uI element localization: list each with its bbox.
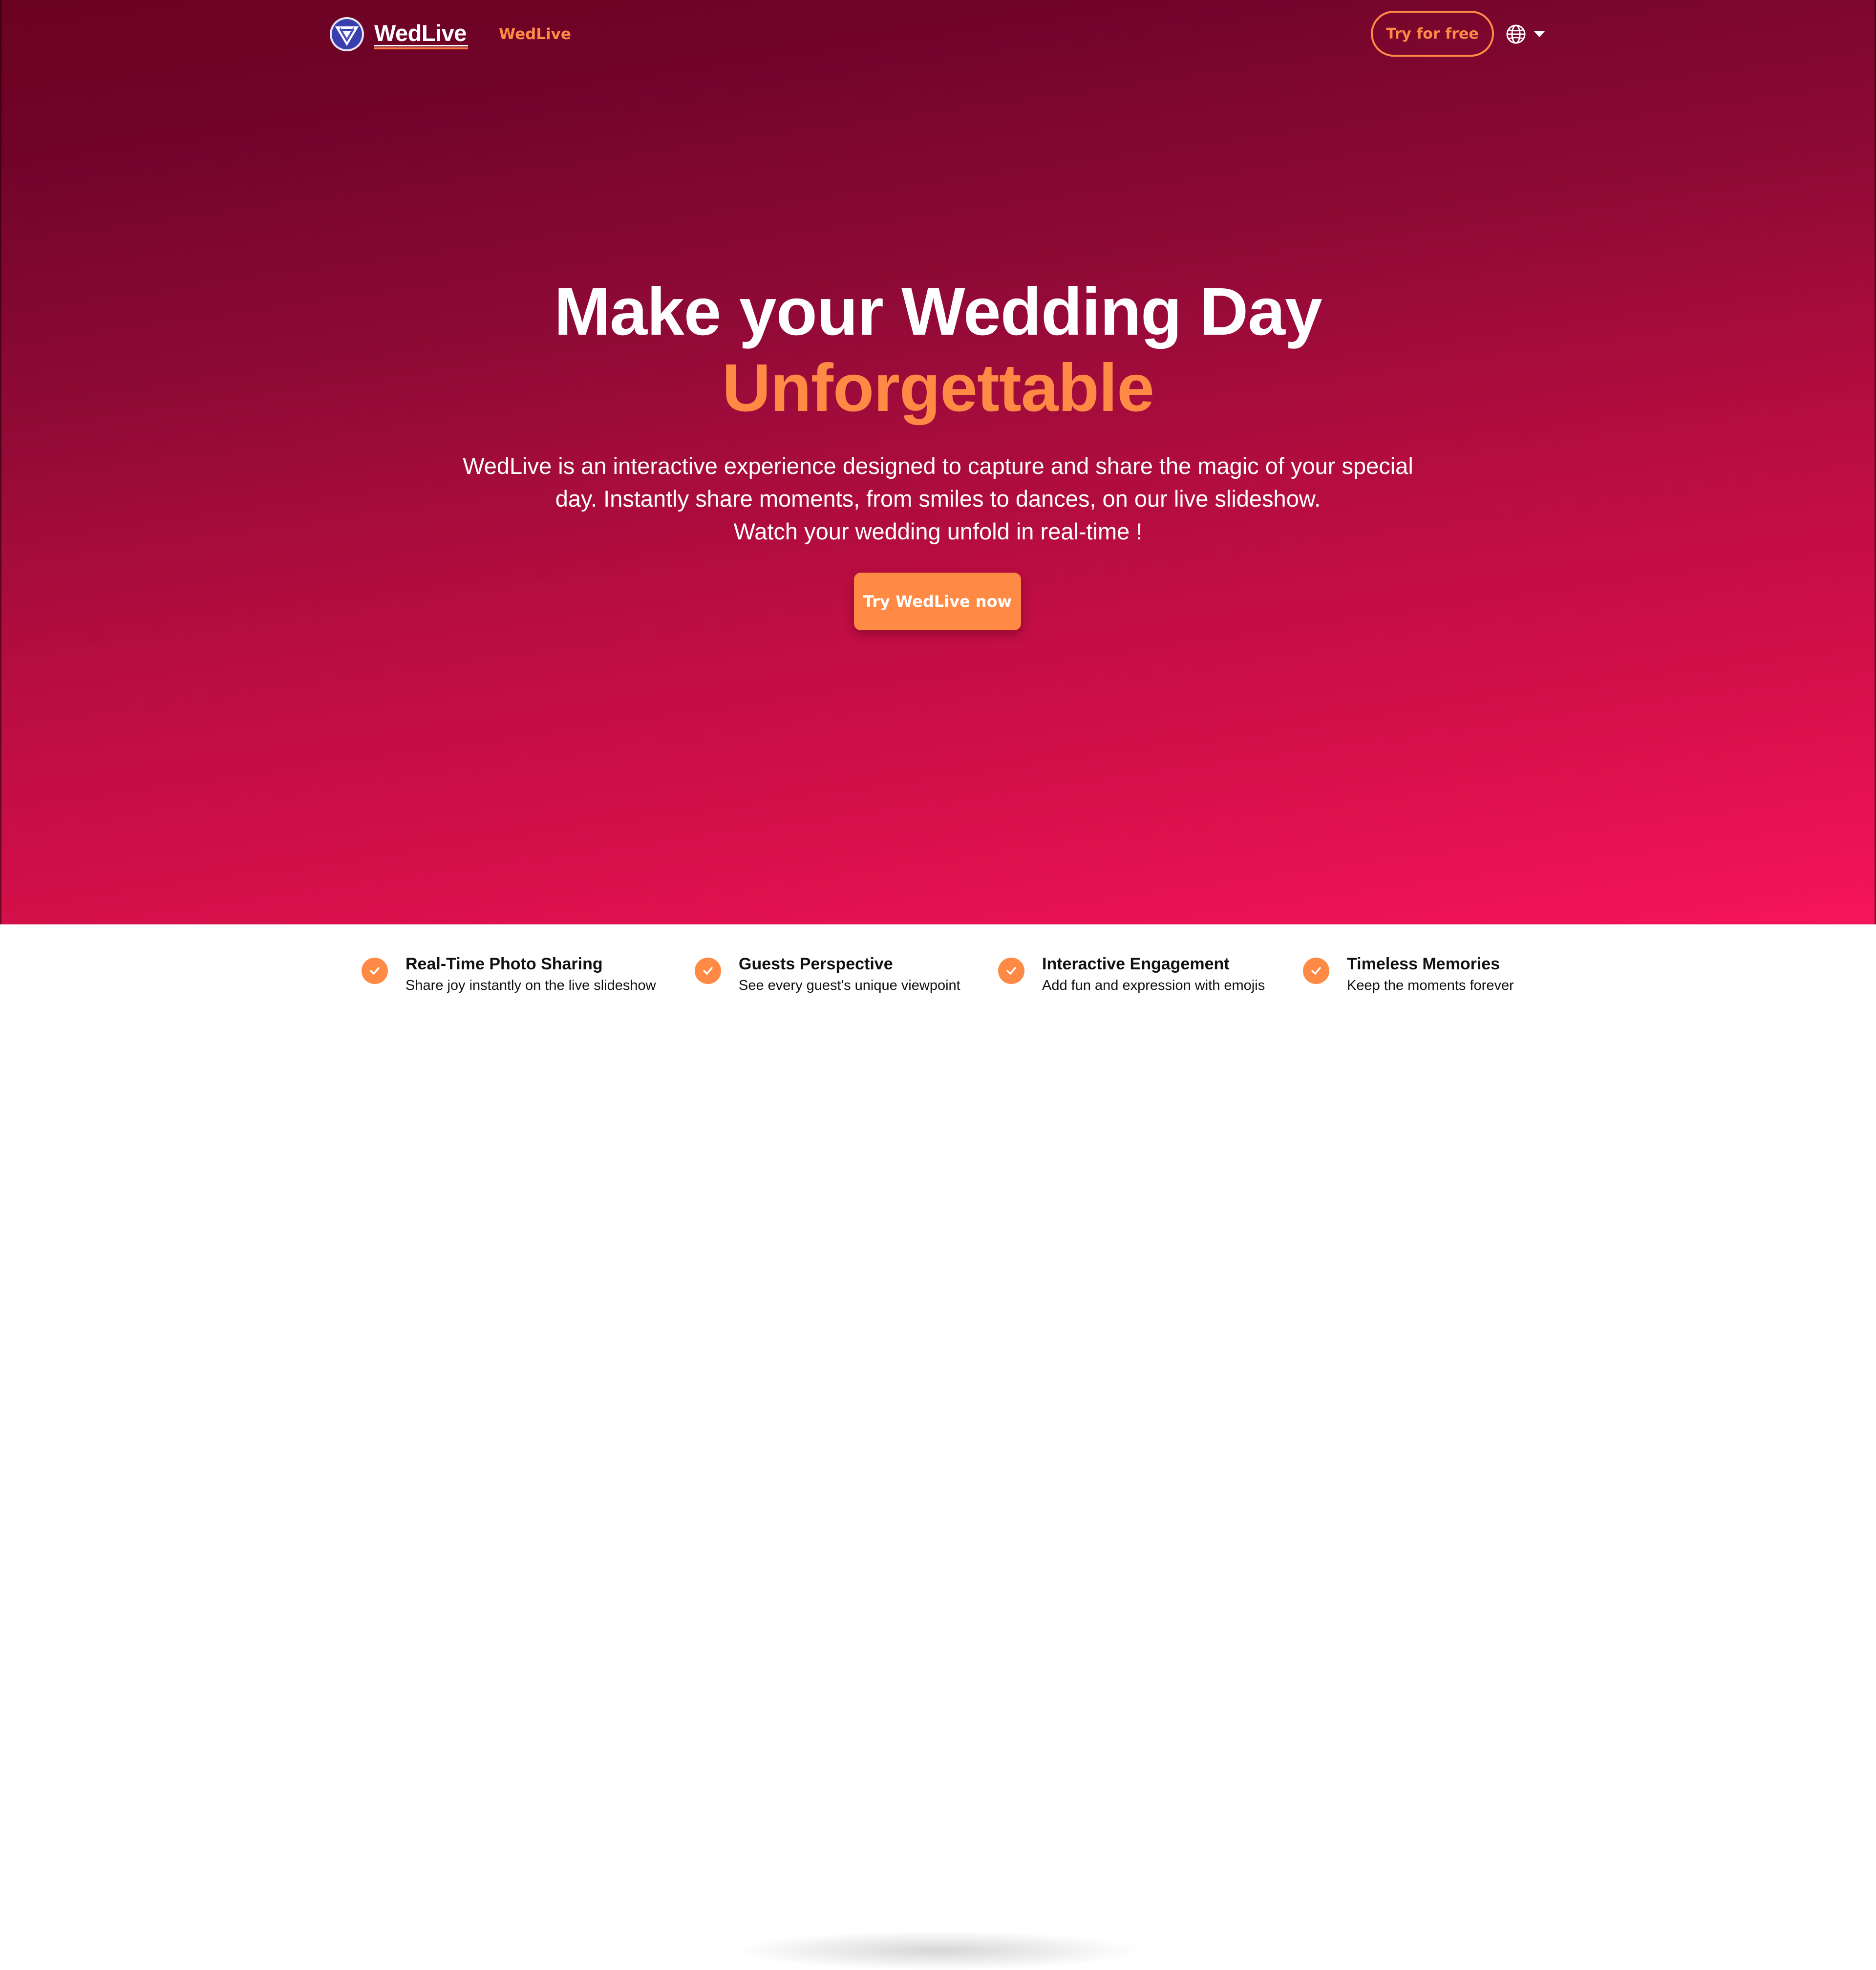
hero-description-line: WedLive is an interactive experience des… xyxy=(463,453,1413,479)
feature-title: Timeless Memories xyxy=(1347,955,1500,973)
brand-accent-underline xyxy=(374,47,468,49)
scroll-shadow xyxy=(733,1931,1143,1970)
features-bar: Real-Time Photo Sharing Share joy instan… xyxy=(0,924,1876,1970)
feature-subtitle: See every guest's unique viewpoint xyxy=(739,978,960,993)
check-icon xyxy=(695,958,721,984)
hero-description-line: day. Instantly share moments, from smile… xyxy=(555,486,1321,512)
feature-title: Interactive Engagement xyxy=(1042,955,1230,973)
brand-name-link[interactable]: WedLive xyxy=(374,19,467,48)
feature-subtitle: Share joy instantly on the live slidesho… xyxy=(405,978,656,993)
language-selector[interactable] xyxy=(1506,23,1548,45)
globe-icon xyxy=(1506,24,1526,44)
try-for-free-button[interactable]: Try for free xyxy=(1371,11,1494,57)
top-nav: WedLive WedLive Try for free xyxy=(0,0,1876,68)
try-wedlive-now-button[interactable]: Try WedLive now xyxy=(854,573,1021,630)
feature-subtitle: Add fun and expression with emojis xyxy=(1042,978,1265,993)
hero-description-line: Watch your wedding unfold in real-time ! xyxy=(733,518,1143,544)
wedlive-logo-icon[interactable] xyxy=(329,17,364,52)
feature-title: Guests Perspective xyxy=(739,955,893,973)
check-icon xyxy=(362,958,388,984)
hero-left-edge xyxy=(0,0,1,924)
hero-description: WedLive is an interactive experience des… xyxy=(449,450,1427,548)
check-icon xyxy=(998,958,1024,984)
chevron-down-icon xyxy=(1534,31,1545,37)
feature-subtitle: Keep the moments forever xyxy=(1347,978,1514,993)
hero-section: WedLive WedLive Try for free Make your W… xyxy=(0,0,1876,924)
hero-headline: Make your Wedding Day xyxy=(554,274,1322,349)
feature-title: Real-Time Photo Sharing xyxy=(405,955,603,973)
brand-underline xyxy=(374,45,468,46)
hero-headline-accent: Unforgettable xyxy=(722,350,1154,426)
check-icon xyxy=(1303,958,1329,984)
nav-link-wedlive[interactable]: WedLive xyxy=(499,24,571,44)
